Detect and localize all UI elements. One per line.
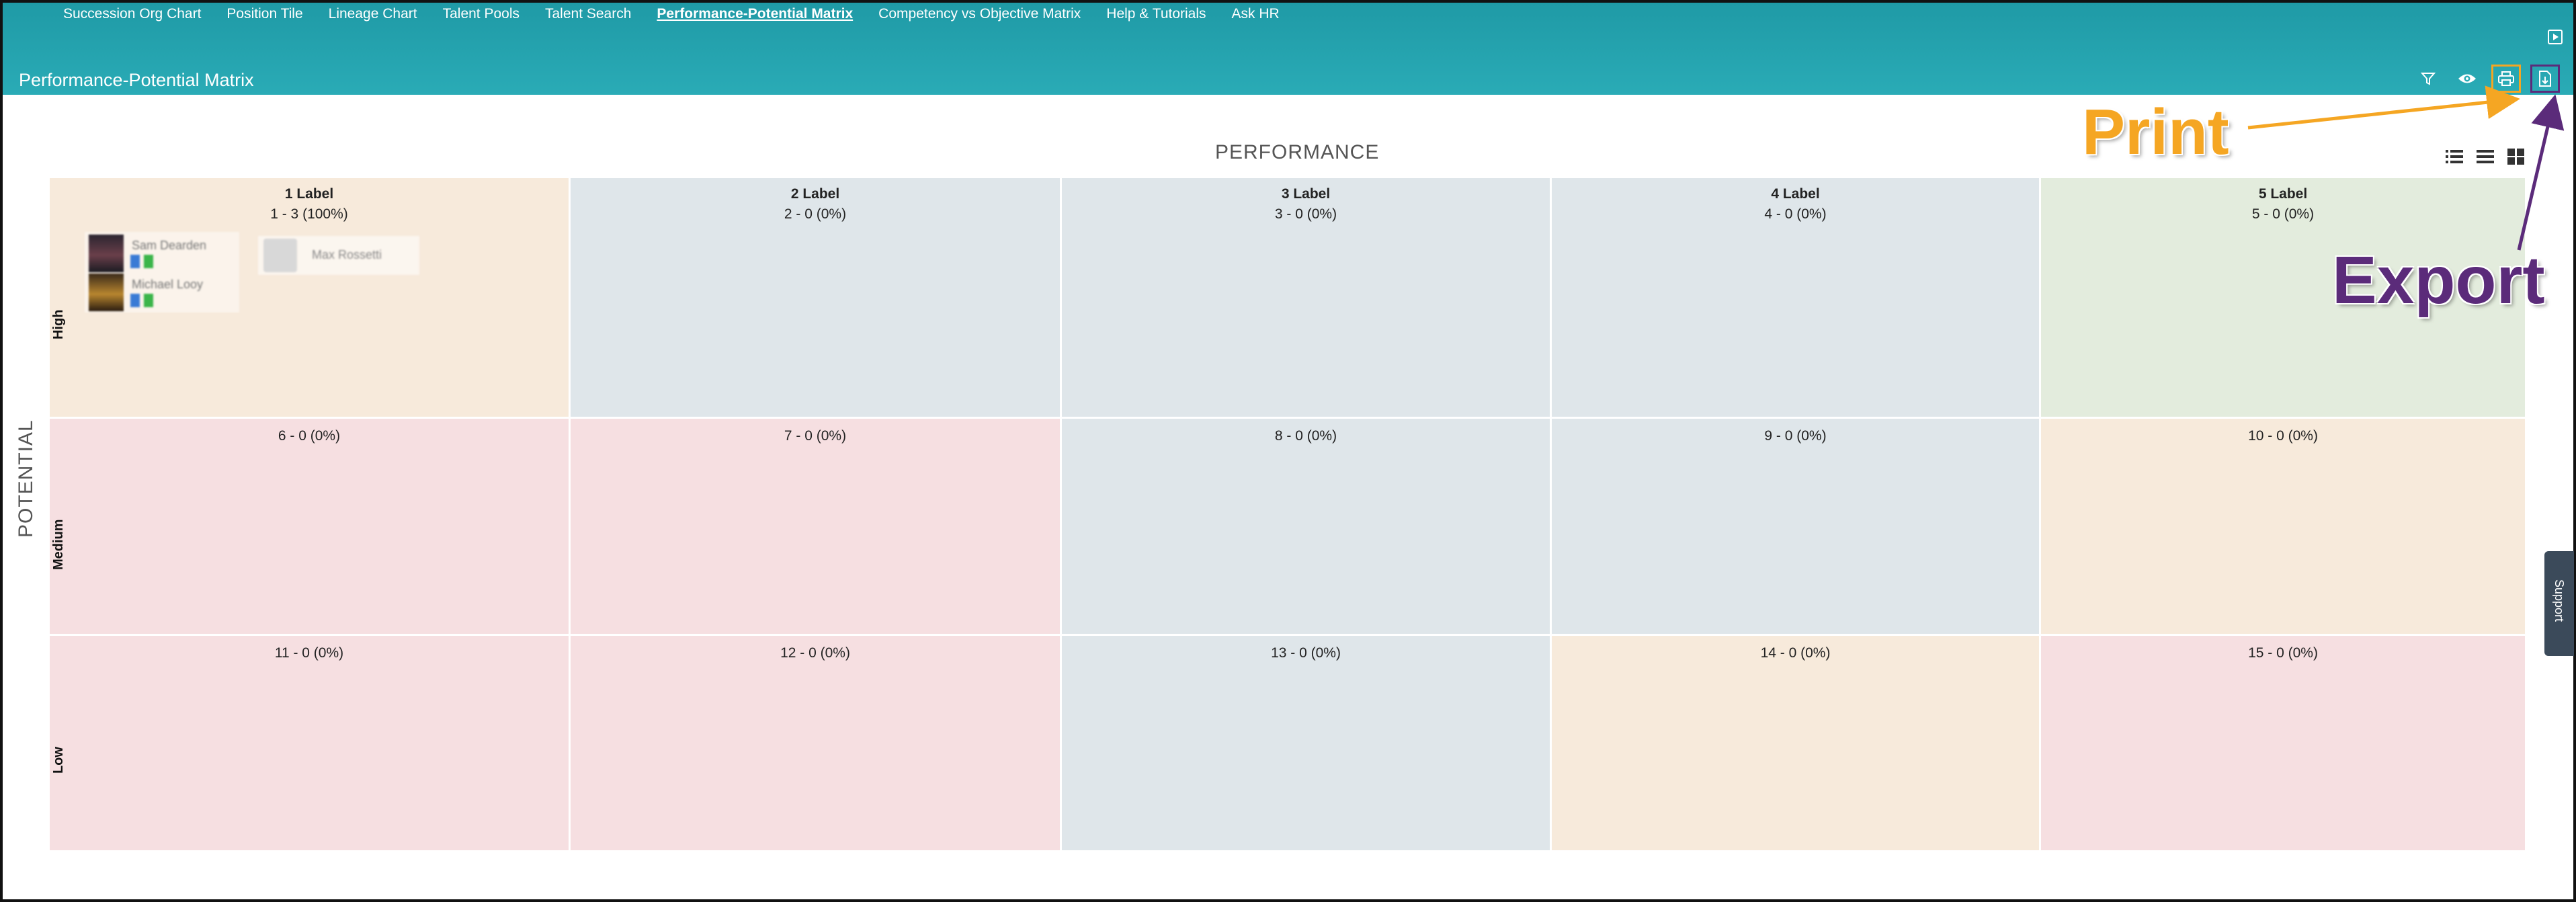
matrix-cell-15[interactable]: 15 - 0 (0%) xyxy=(2041,636,2527,852)
cell-count: 15 - 0 (0%) xyxy=(2248,645,2318,661)
list-detail-icon xyxy=(2446,150,2463,163)
top-banner: Succession Org Chart Position Tile Linea… xyxy=(3,3,2573,95)
nav-succession-org-chart[interactable]: Succession Org Chart xyxy=(63,6,201,22)
matrix-cell-1[interactable]: 1 Label 1 - 3 (100%) High Sam Dearden Mi… xyxy=(50,178,571,419)
avatar xyxy=(89,235,124,272)
matrix-cell-7[interactable]: 7 - 0 (0%) xyxy=(571,419,1062,636)
employee-card[interactable]: Michael Looy xyxy=(89,274,237,311)
cell-count: 14 - 0 (0%) xyxy=(1760,645,1831,661)
filter-icon xyxy=(2420,73,2436,85)
nav-competency-vs-objective-matrix[interactable]: Competency vs Objective Matrix xyxy=(878,6,1081,22)
top-navigation: Succession Org Chart Position Tile Linea… xyxy=(63,3,1280,26)
matrix-cell-2[interactable]: 2 Label 2 - 0 (0%) xyxy=(571,178,1062,419)
nav-position-tile[interactable]: Position Tile xyxy=(226,6,302,22)
avatar-placeholder xyxy=(263,239,297,272)
cell-count: 10 - 0 (0%) xyxy=(2248,428,2318,444)
column-header: 3 Label xyxy=(1281,186,1331,202)
cell-count: 3 - 0 (0%) xyxy=(1274,206,1337,222)
matrix-cell-10[interactable]: 10 - 0 (0%) xyxy=(2041,419,2527,636)
matrix-cell-14[interactable]: 14 - 0 (0%) xyxy=(1552,636,2041,852)
eye-icon xyxy=(2458,74,2476,83)
employee-card[interactable]: Sam Dearden xyxy=(89,235,237,272)
cell-count: 5 - 0 (0%) xyxy=(2251,206,2315,222)
export-icon xyxy=(2539,71,2551,87)
page-title: Performance-Potential Matrix xyxy=(19,70,254,90)
matrix-cell-4[interactable]: 4 Label 4 - 0 (0%) xyxy=(1552,178,2041,419)
performance-potential-matrix: 1 Label 1 - 3 (100%) High Sam Dearden Mi… xyxy=(50,178,2527,852)
nav-talent-search[interactable]: Talent Search xyxy=(545,6,631,22)
matrix-cell-13[interactable]: 13 - 0 (0%) xyxy=(1062,636,1552,852)
support-label: Support xyxy=(2552,579,2566,622)
view-switcher xyxy=(2445,148,2526,165)
list-icon xyxy=(2477,150,2494,163)
support-tab[interactable]: Support xyxy=(2544,551,2574,656)
avatar xyxy=(89,274,124,311)
export-button[interactable] xyxy=(2530,65,2560,93)
employee-name: Sam Dearden xyxy=(132,239,207,252)
cell-count: 4 - 0 (0%) xyxy=(1764,206,1827,222)
nav-talent-pools[interactable]: Talent Pools xyxy=(443,6,520,22)
cell-count: 2 - 0 (0%) xyxy=(784,206,847,222)
nav-ask-hr[interactable]: Ask HR xyxy=(1232,6,1280,22)
cell-count: 11 - 0 (0%) xyxy=(274,645,344,661)
employee-name: Max Rossetti xyxy=(312,248,382,261)
flag-icon xyxy=(130,255,140,268)
potential-axis-label: POTENTIAL xyxy=(15,419,37,538)
detail-list-view-button[interactable] xyxy=(2445,148,2464,165)
employee-group: Sam Dearden Michael Looy xyxy=(85,232,239,313)
grid-icon xyxy=(2507,149,2524,165)
matrix-cell-12[interactable]: 12 - 0 (0%) xyxy=(571,636,1062,852)
list-view-button[interactable] xyxy=(2476,148,2495,165)
matrix-cell-3[interactable]: 3 Label 3 - 0 (0%) xyxy=(1062,178,1552,419)
employee-name: Michael Looy xyxy=(132,278,204,291)
grid-view-button[interactable] xyxy=(2507,148,2526,165)
column-header: 5 Label xyxy=(2258,186,2308,202)
person-icon xyxy=(144,255,153,268)
print-annotation-label: Print xyxy=(2082,96,2229,168)
matrix-cell-6[interactable]: 6 - 0 (0%) Medium xyxy=(50,419,571,636)
view-button[interactable] xyxy=(2452,65,2482,93)
filter-button[interactable] xyxy=(2413,65,2443,93)
cell-count: 13 - 0 (0%) xyxy=(1271,645,1341,661)
nav-help-tutorials[interactable]: Help & Tutorials xyxy=(1106,6,1206,22)
flag-icon xyxy=(130,294,140,307)
employee-badges xyxy=(130,294,153,307)
column-header: 1 Label xyxy=(284,186,334,202)
matrix-cell-9[interactable]: 9 - 0 (0%) xyxy=(1552,419,2041,636)
cell-count: 1 - 3 (100%) xyxy=(270,206,348,222)
cell-count: 8 - 0 (0%) xyxy=(1274,428,1337,444)
row-label-high: High xyxy=(51,309,66,339)
print-button[interactable] xyxy=(2491,65,2521,93)
print-icon xyxy=(2498,71,2514,86)
cell-count: 6 - 0 (0%) xyxy=(278,428,341,444)
cell-count: 7 - 0 (0%) xyxy=(784,428,847,444)
export-annotation-label: Export xyxy=(2332,243,2545,318)
performance-axis-label: PERFORMANCE xyxy=(1215,141,1380,163)
nav-performance-potential-matrix[interactable]: Performance-Potential Matrix xyxy=(657,6,853,22)
matrix-cell-8[interactable]: 8 - 0 (0%) xyxy=(1062,419,1552,636)
row-label-medium: Medium xyxy=(51,519,66,570)
cell-count: 12 - 0 (0%) xyxy=(780,645,850,661)
expand-panel-icon[interactable] xyxy=(2548,30,2563,44)
person-icon xyxy=(144,294,153,307)
matrix-cell-11[interactable]: 11 - 0 (0%) Low xyxy=(50,636,571,852)
employee-card[interactable]: Max Rossetti xyxy=(258,236,419,275)
cell-count: 9 - 0 (0%) xyxy=(1764,428,1827,444)
nav-lineage-chart[interactable]: Lineage Chart xyxy=(329,6,417,22)
column-header: 4 Label xyxy=(1771,186,1820,202)
employee-badges xyxy=(130,255,153,268)
column-header: 2 Label xyxy=(790,186,840,202)
row-label-low: Low xyxy=(51,747,66,774)
toolbar xyxy=(2413,65,2560,93)
